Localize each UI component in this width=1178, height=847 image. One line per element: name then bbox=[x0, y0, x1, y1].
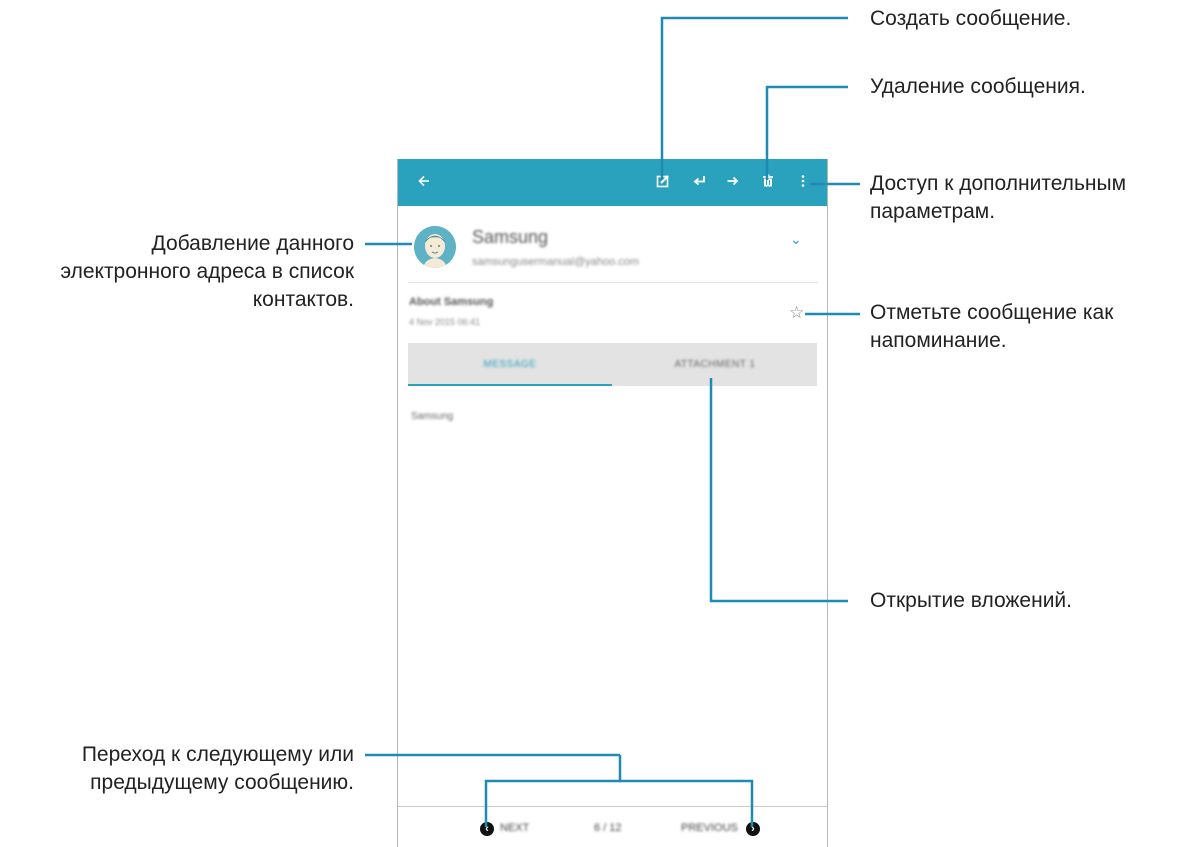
compose-callout: Создать сообщение. bbox=[870, 7, 1072, 30]
message-date: 4 Nov 2015 06:41 bbox=[409, 317, 481, 327]
compose-icon[interactable] bbox=[652, 171, 674, 193]
message-body: Samsung bbox=[411, 411, 454, 422]
active-tab-indicator bbox=[408, 384, 612, 386]
sender-row[interactable]: Samsung samsungusermanual@yahoo.com ⌄ bbox=[398, 207, 827, 283]
message-counter: 6 / 12 bbox=[594, 822, 622, 834]
star-callout: Отметьте сообщение как напоминание. bbox=[870, 301, 1114, 352]
delete-icon[interactable] bbox=[757, 171, 779, 193]
more-options-callout: Доступ к дополнительным параметрам. bbox=[870, 172, 1127, 223]
chevron-left-icon[interactable]: ‹ bbox=[480, 822, 494, 836]
chevron-right-icon[interactable]: › bbox=[746, 822, 760, 836]
chevron-down-icon[interactable]: ⌄ bbox=[790, 231, 802, 248]
star-icon[interactable]: ☆ bbox=[789, 303, 804, 323]
navigate-callout: Переход к следующему или предыдущему соо… bbox=[81, 743, 354, 794]
bottom-navigation: ‹ NEXT 6 / 12 PREVIOUS › bbox=[398, 806, 827, 847]
reply-icon[interactable] bbox=[688, 171, 710, 193]
compose-callout-line bbox=[660, 16, 848, 180]
avatar[interactable] bbox=[414, 226, 456, 268]
tab-message[interactable]: MESSAGE bbox=[408, 343, 612, 386]
tab-attachment[interactable]: ATTACHMENT 1 bbox=[613, 343, 817, 386]
email-screen: Samsung samsungusermanual@yahoo.com ⌄ Ab… bbox=[397, 159, 828, 847]
sender-email: samsungusermanual@yahoo.com bbox=[472, 256, 640, 268]
next-button[interactable]: NEXT bbox=[500, 822, 529, 834]
divider bbox=[408, 282, 818, 283]
add-contact-callout: Добавление данного электронного адреса в… bbox=[60, 232, 354, 311]
toolbar bbox=[398, 159, 827, 206]
delete-callout: Удаление сообщения. bbox=[870, 75, 1086, 98]
back-arrow-icon[interactable] bbox=[413, 171, 435, 193]
message-subject: About Samsung bbox=[409, 296, 494, 308]
attachments-callout: Открытие вложений. bbox=[870, 589, 1073, 612]
more-options-icon[interactable] bbox=[792, 171, 814, 193]
forward-icon[interactable] bbox=[722, 171, 744, 193]
sender-name: Samsung bbox=[472, 227, 549, 247]
previous-button[interactable]: PREVIOUS bbox=[681, 822, 738, 834]
message-tabs: MESSAGE ATTACHMENT 1 bbox=[408, 343, 817, 386]
